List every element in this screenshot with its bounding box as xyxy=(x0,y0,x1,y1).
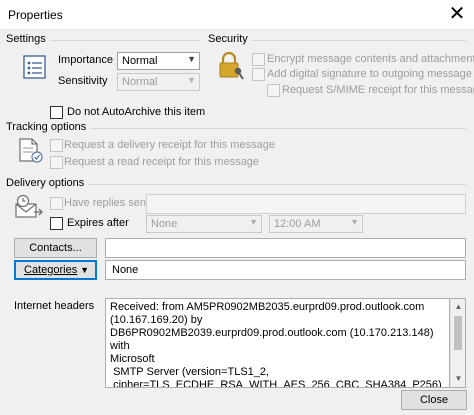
delivery-receipt-label: Request a delivery receipt for this mess… xyxy=(64,139,275,151)
close-button[interactable]: Close xyxy=(401,390,467,410)
tracking-group-title: Tracking options xyxy=(6,121,91,133)
digital-signature-label: Add digital signature to outgoing messag… xyxy=(267,68,472,80)
settings-group-title: Settings xyxy=(6,33,50,45)
chevron-down-icon: ▼ xyxy=(80,265,89,275)
chevron-down-icon: ▼ xyxy=(187,75,196,85)
do-not-autoarchive-label: Do not AutoArchive this item xyxy=(67,106,206,118)
smime-receipt-checkbox[interactable] xyxy=(267,84,280,97)
read-receipt-label: Request a read receipt for this message xyxy=(64,156,260,168)
expires-label: Expires after xyxy=(67,217,129,229)
smime-receipt-label: Request S/MIME receipt for this message xyxy=(282,84,474,96)
read-receipt-checkbox[interactable] xyxy=(50,156,63,169)
do-not-autoarchive-checkbox[interactable] xyxy=(50,106,63,119)
window-title: Properties xyxy=(8,8,63,22)
chevron-down-icon: ▼ xyxy=(187,54,196,64)
internet-headers-label: Internet headers xyxy=(14,300,95,312)
window-close-button[interactable]: ✕ xyxy=(444,3,470,27)
title-bar: Properties ✕ xyxy=(0,0,474,30)
expires-date-value: None xyxy=(151,218,178,230)
expires-time-value: 12:00 AM xyxy=(274,218,321,230)
chevron-down-icon: ▼ xyxy=(350,217,359,227)
expires-checkbox[interactable] xyxy=(50,217,63,230)
categories-button[interactable]: Categories ▼ xyxy=(14,260,97,280)
contacts-button[interactable]: Contacts... xyxy=(14,238,97,258)
categories-button-label: Categories xyxy=(24,264,78,276)
categories-field[interactable]: None xyxy=(105,260,466,280)
importance-label: Importance xyxy=(58,54,114,66)
expires-date-combo[interactable]: None ▼ xyxy=(146,215,262,233)
internet-headers-scrollbar[interactable]: ▲ ▼ xyxy=(450,298,466,388)
categories-value: None xyxy=(112,264,139,276)
security-group-title: Security xyxy=(208,33,252,45)
replies-field[interactable] xyxy=(146,194,466,214)
delivery-envelope-clock-icon xyxy=(15,194,43,218)
sensitivity-value: Normal xyxy=(122,76,158,88)
scroll-down-icon[interactable]: ▼ xyxy=(451,371,466,387)
padlock-key-icon xyxy=(219,51,244,80)
sensitivity-label: Sensitivity xyxy=(58,75,108,87)
importance-combo[interactable]: Normal ▼ xyxy=(117,52,200,70)
importance-value: Normal xyxy=(122,55,158,67)
tracking-doc-icon xyxy=(19,138,43,163)
digital-signature-checkbox[interactable] xyxy=(252,68,265,81)
replies-checkbox[interactable] xyxy=(50,197,63,210)
sensitivity-combo[interactable]: Normal ▼ xyxy=(117,73,200,91)
encrypt-checkbox[interactable] xyxy=(252,53,265,66)
scrollbar-thumb[interactable] xyxy=(454,316,462,350)
encrypt-label: Encrypt message contents and attachments xyxy=(267,53,474,65)
settings-list-icon xyxy=(23,55,46,79)
expires-time-combo[interactable]: 12:00 AM ▼ xyxy=(269,215,363,233)
scroll-up-icon[interactable]: ▲ xyxy=(451,299,466,315)
properties-dialog: Settings Importance Normal ▼ Sensitivity… xyxy=(0,30,474,415)
delivery-receipt-checkbox[interactable] xyxy=(50,139,63,152)
delivery-group-title: Delivery options xyxy=(6,177,89,189)
contacts-field[interactable] xyxy=(105,238,466,258)
internet-headers-textbox[interactable]: Received: from AM5PR0902MB2035.eurprd09.… xyxy=(105,298,450,388)
chevron-down-icon: ▼ xyxy=(249,217,258,227)
